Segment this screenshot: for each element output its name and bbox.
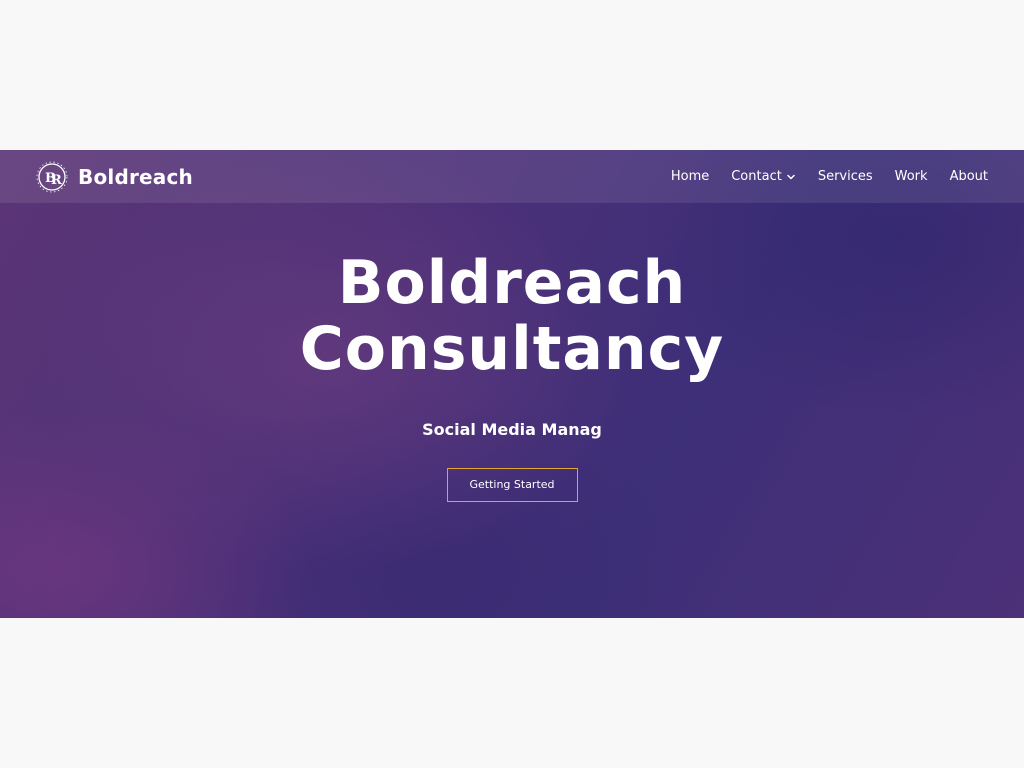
hero-title: Boldreach Consultancy xyxy=(0,250,1024,382)
br-monogram-logo-icon: B R xyxy=(36,161,68,192)
nav-item-about[interactable]: About xyxy=(950,169,988,184)
brand-name: Boldreach xyxy=(78,164,193,189)
svg-text:R: R xyxy=(51,173,62,188)
hero-content: Boldreach Consultancy Social Media Manag… xyxy=(0,250,1024,502)
main-nav: Home Contact Services Work About xyxy=(671,169,988,184)
nav-item-contact-label: Contact xyxy=(731,169,782,184)
nav-item-home-label: Home xyxy=(670,169,710,184)
nav-item-work-label: Work xyxy=(894,169,928,184)
hero-title-line-1: Boldreach xyxy=(337,248,687,318)
nav-item-services-label: Services xyxy=(817,169,873,184)
top-navbar: B R Boldreach Home Contact Services Work… xyxy=(0,150,1024,203)
nav-item-contact[interactable]: Contact xyxy=(731,169,796,184)
nav-item-work[interactable]: Work xyxy=(895,169,928,184)
brand[interactable]: B R Boldreach xyxy=(36,161,193,193)
website-hero-section: B R Boldreach Home Contact Services Work… xyxy=(0,150,1024,618)
chevron-down-icon xyxy=(787,174,795,179)
nav-item-about-label: About xyxy=(949,169,988,184)
hero-subtitle: Social Media Manag xyxy=(422,420,602,439)
getting-started-button[interactable]: Getting Started xyxy=(446,468,578,502)
page-background: B R Boldreach Home Contact Services Work… xyxy=(0,0,1024,768)
nav-item-services[interactable]: Services xyxy=(818,169,873,184)
hero-title-line-2: Consultancy xyxy=(299,314,725,384)
nav-item-home[interactable]: Home xyxy=(671,169,709,184)
